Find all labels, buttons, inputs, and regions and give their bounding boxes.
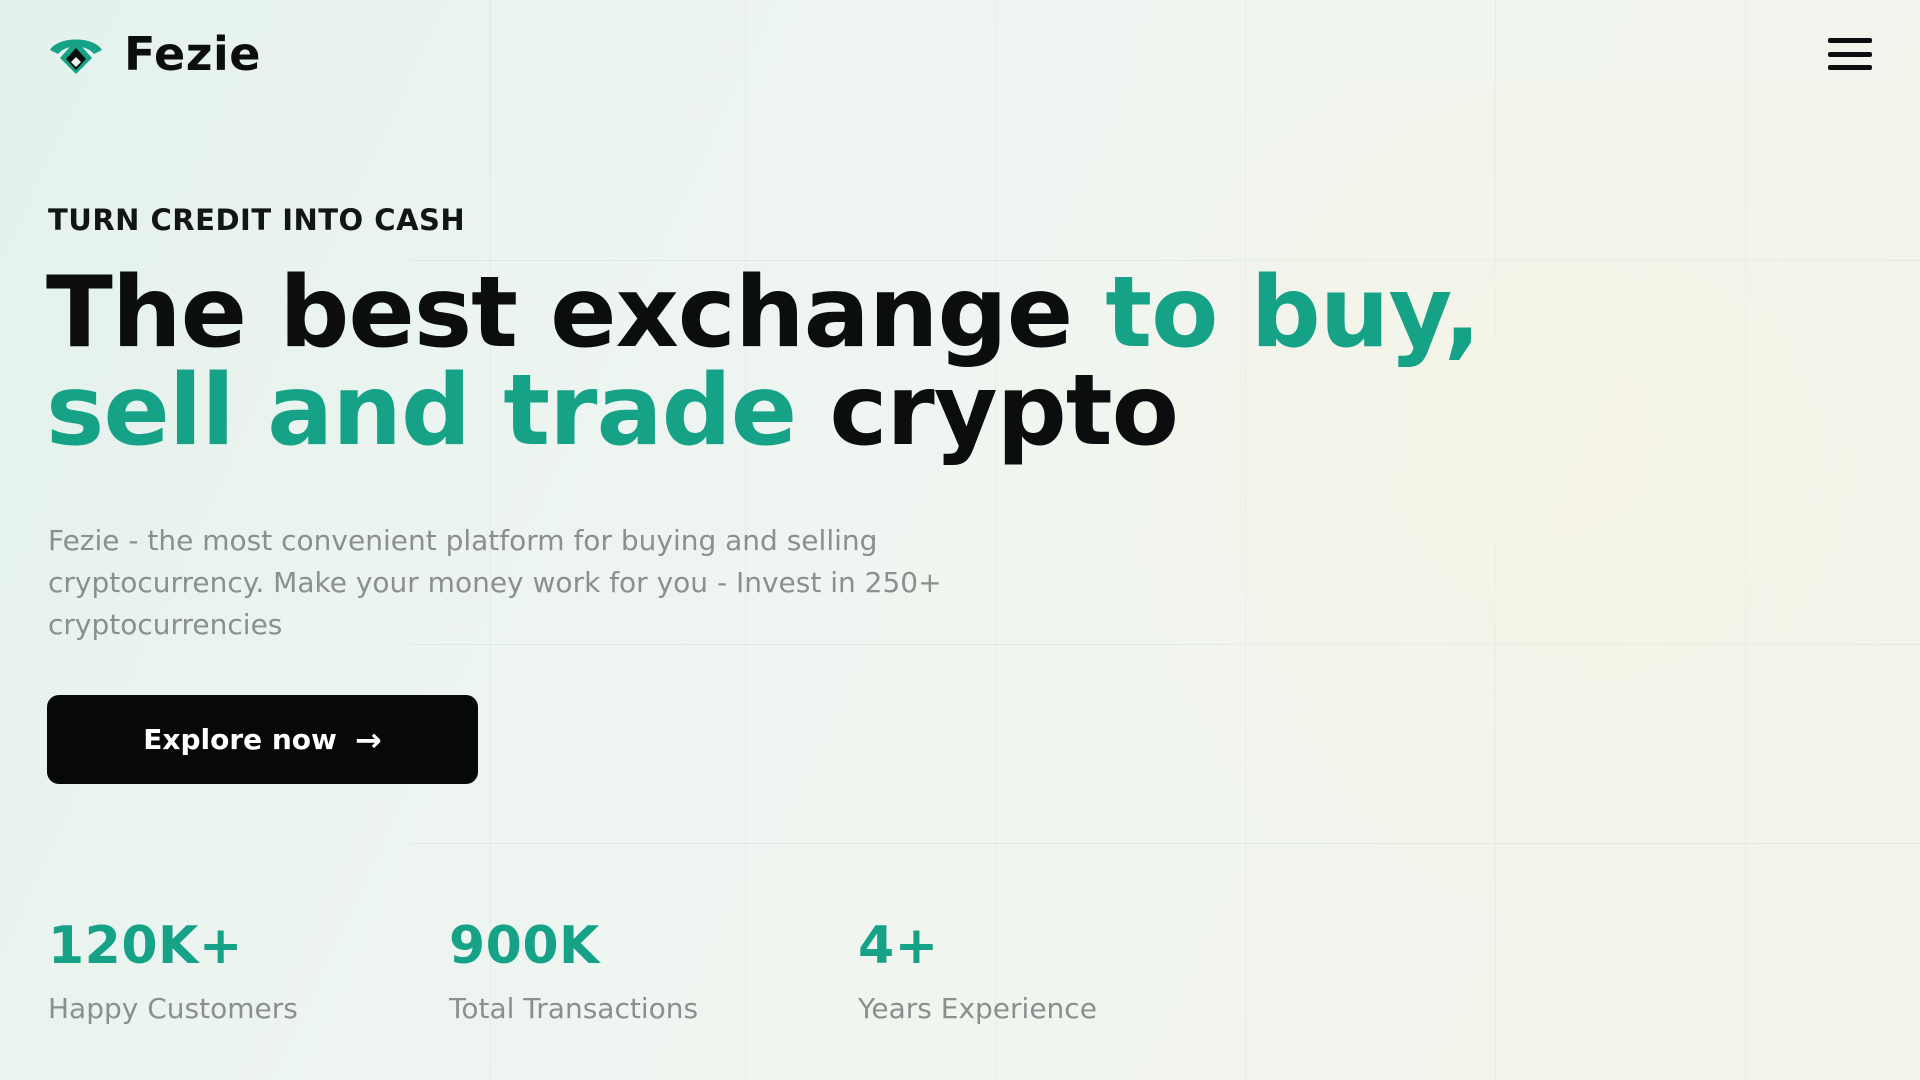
hero-headline: The best exchange to buy, sell and trade… xyxy=(46,264,1481,460)
headline-accent-2: sell and trade xyxy=(46,354,797,468)
stat-value: 120K+ xyxy=(48,916,243,976)
stat-label: Happy Customers xyxy=(48,992,298,1025)
stat-years-experience: 4+ Years Experience xyxy=(858,920,1097,1025)
explore-now-button[interactable]: Explore now → xyxy=(47,695,478,784)
site-header: Fezie xyxy=(48,27,1872,81)
hamburger-menu-icon[interactable] xyxy=(1828,36,1872,72)
headline-line-1: The best exchange to buy, xyxy=(46,264,1481,362)
brand-name: Fezie xyxy=(124,27,261,81)
hero-eyebrow: TURN CREDIT INTO CASH xyxy=(48,203,466,237)
stat-label: Years Experience xyxy=(858,992,1097,1025)
stat-happy-customers: 120K+ Happy Customers xyxy=(48,920,298,1025)
fezie-logo-icon xyxy=(50,39,102,74)
background-glow xyxy=(1020,80,1920,980)
headline-line-2: sell and trade crypto xyxy=(46,362,1480,460)
stat-total-transactions: 900K Total Transactions xyxy=(449,920,698,1025)
headline-part-4: crypto xyxy=(796,354,1179,468)
hero-description: Fezie - the most convenient platform for… xyxy=(48,524,942,641)
stat-label: Total Transactions xyxy=(449,992,699,1025)
headline-part-1: The best exchange xyxy=(46,256,1106,370)
headline-accent-1: to buy, xyxy=(1105,256,1481,370)
brand[interactable]: Fezie xyxy=(48,27,261,81)
explore-now-label: Explore now xyxy=(143,723,337,756)
stat-value: 900K xyxy=(449,916,600,976)
arrow-right-icon: → xyxy=(354,720,382,759)
stat-value: 4+ xyxy=(858,916,939,976)
